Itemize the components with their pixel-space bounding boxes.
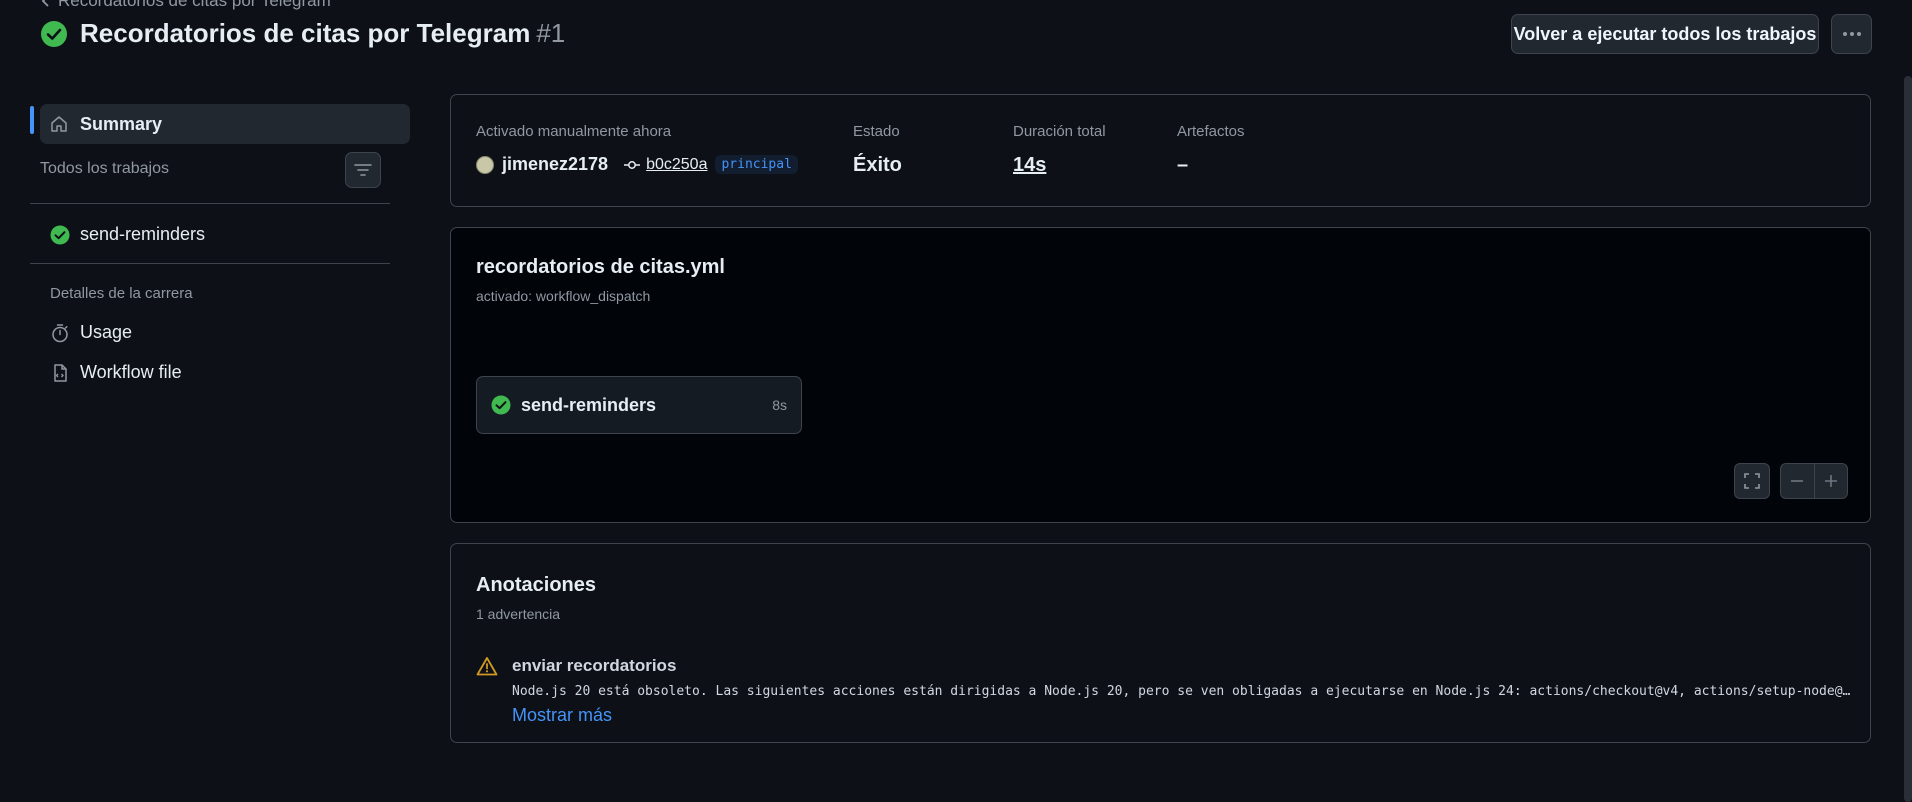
divider <box>30 263 390 264</box>
show-more-link[interactable]: Mostrar más <box>512 705 1852 726</box>
artifacts-column: Artefactos – <box>1177 123 1245 177</box>
run-details-label: Detalles de la carrera <box>50 285 193 302</box>
divider <box>30 203 390 204</box>
job-node-send-reminders[interactable]: send-reminders 8s <box>476 376 802 434</box>
artifacts-value: – <box>1177 154 1189 176</box>
annotations-card: Anotaciones 1 advertencia enviar recorda… <box>450 543 1871 743</box>
check-circle-icon <box>491 395 511 415</box>
duration-column: Duración total 14s <box>1013 123 1106 177</box>
back-link[interactable]: Recordatorios de citas por Telegram <box>40 0 331 11</box>
sidebar-item-send-reminders[interactable]: send-reminders <box>50 224 205 245</box>
plus-icon <box>1823 473 1839 489</box>
annotation-message: Node.js 20 está obsoleto. Las siguientes… <box>512 684 1852 699</box>
annotation-job-name: enviar recordatorios <box>512 656 677 675</box>
kebab-horizontal-icon <box>1842 31 1862 37</box>
page-title: Recordatorios de citas por Telegram #1 <box>80 18 566 48</box>
run-number: #1 <box>536 18 566 48</box>
commit-sha: b0c250a <box>646 155 708 173</box>
branch-badge[interactable]: principal <box>715 155 798 174</box>
fullscreen-icon <box>1743 472 1761 490</box>
annotations-title: Anotaciones <box>476 574 597 596</box>
trigger-label: Activado manualmente ahora <box>476 123 672 140</box>
check-circle-icon <box>40 20 68 48</box>
sidebar-item-summary[interactable]: Summary <box>40 104 410 144</box>
status-value: Éxito <box>853 154 902 176</box>
home-icon <box>50 115 68 133</box>
rerun-all-jobs-button[interactable]: Volver a ejecutar todos los trabajos <box>1511 14 1819 54</box>
duration-label: Duración total <box>1013 123 1106 140</box>
chevron-left-icon <box>40 0 50 8</box>
status-label: Estado <box>853 123 900 140</box>
zoom-controls <box>1780 463 1848 499</box>
fullscreen-button[interactable] <box>1734 463 1770 499</box>
status-column: Estado Éxito <box>853 123 902 177</box>
scrollbar-thumb[interactable] <box>1904 76 1912 802</box>
active-indicator <box>30 106 34 134</box>
stopwatch-icon <box>50 323 70 343</box>
file-code-icon <box>50 363 70 383</box>
scrollbar-track[interactable] <box>1904 0 1912 802</box>
sidebar-item-usage[interactable]: Usage <box>50 322 132 343</box>
sidebar-item-label: Workflow file <box>80 362 182 382</box>
job-name: send-reminders <box>521 394 657 415</box>
alert-triangle-icon <box>476 656 498 726</box>
zoom-out-button[interactable] <box>1781 464 1814 498</box>
more-options-button[interactable] <box>1831 14 1872 54</box>
artifacts-label: Artefactos <box>1177 123 1245 140</box>
annotations-count: 1 advertencia <box>476 606 561 622</box>
annotation-item: enviar recordatorios Node.js 20 está obs… <box>476 656 1852 726</box>
minus-icon <box>1789 473 1805 489</box>
page-header: Recordatorios de citas por Telegram #1 <box>40 18 565 49</box>
sidebar-item-label: Summary <box>80 113 163 134</box>
commit-link[interactable]: b0c250a <box>624 156 707 174</box>
check-circle-icon <box>50 225 70 245</box>
duration-value[interactable]: 14s <box>1013 154 1046 177</box>
all-jobs-label: Todos los trabajos <box>40 160 169 177</box>
filter-jobs-button[interactable] <box>345 152 381 188</box>
avatar[interactable] <box>476 155 494 174</box>
filter-icon <box>354 163 372 177</box>
zoom-in-button[interactable] <box>1813 464 1848 498</box>
sidebar-item-workflow-file[interactable]: Workflow file <box>50 362 182 383</box>
sidebar-item-label: Usage <box>80 322 133 342</box>
trigger-column: Activado manualmente ahora jimenez2178 b… <box>476 123 798 175</box>
workflow-trigger: activado: workflow_dispatch <box>476 288 651 304</box>
user-link[interactable]: jimenez2178 <box>502 154 608 175</box>
run-summary-card: Activado manualmente ahora jimenez2178 b… <box>450 94 1871 207</box>
sidebar-item-label: send-reminders <box>80 224 206 244</box>
git-commit-icon <box>624 160 641 170</box>
workflow-file-name: recordatorios de citas.yml <box>476 256 725 278</box>
workflow-graph-card: recordatorios de citas.yml activado: wor… <box>450 227 1871 523</box>
job-duration: 8s <box>772 397 787 413</box>
back-link-label: Recordatorios de citas por Telegram <box>58 0 331 10</box>
